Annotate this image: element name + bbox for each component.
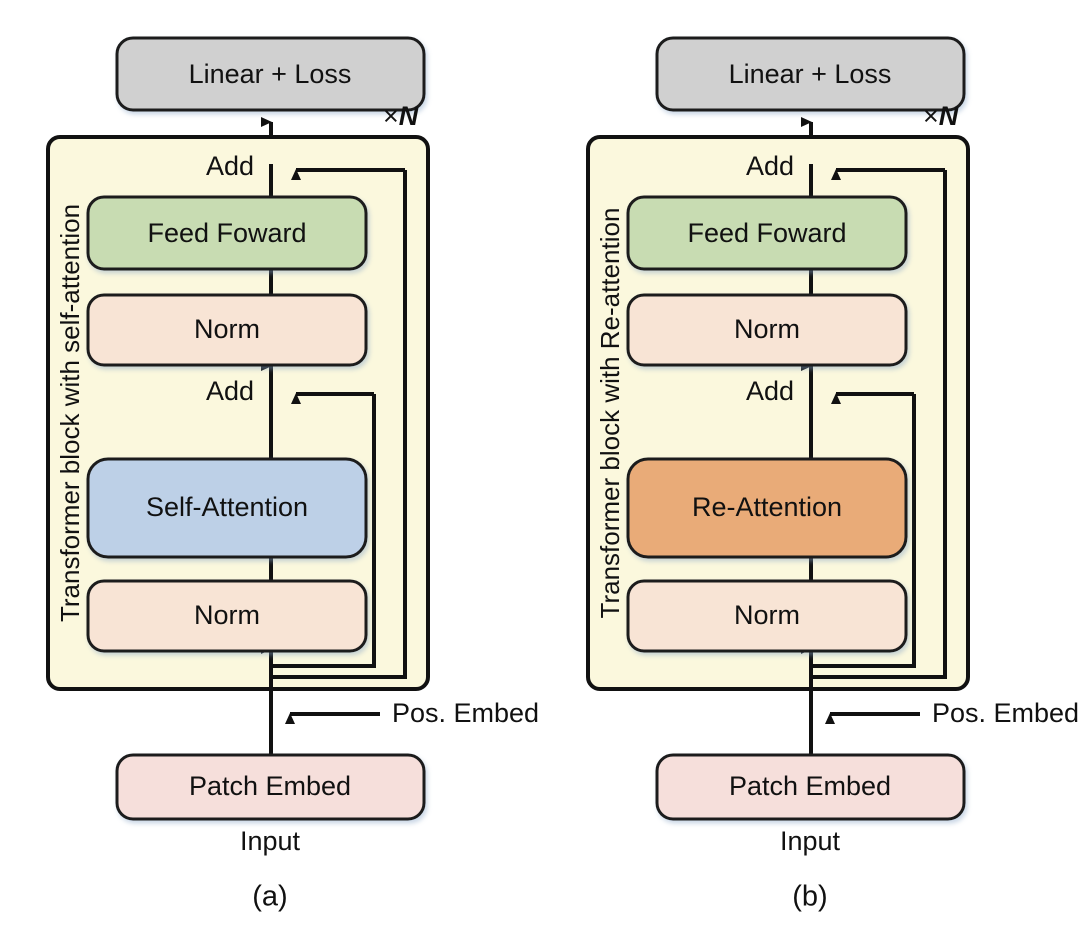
panel-a-norm-upper-label: Norm [194, 314, 260, 344]
panel-b-norm-lower-label: Norm [734, 600, 800, 630]
panel-a-feed-forward-label: Feed Foward [147, 218, 306, 248]
panel-b-norm-upper-label: Norm [734, 314, 800, 344]
panel-b-feed-forward-label: Feed Foward [687, 218, 846, 248]
panel-b: Linear + Loss ×N Transformer block with … [586, 36, 1079, 913]
panel-a: Linear + Loss ×N Transformer block with … [46, 36, 539, 913]
panel-a-feed-forward-box[interactable]: Feed Foward [86, 195, 368, 271]
panel-b-norm-lower-box[interactable]: Norm [626, 579, 908, 653]
figure-root: Linear + Loss ×N Transformer block with … [0, 0, 1080, 936]
panel-b-patch-embed-box[interactable]: Patch Embed [655, 753, 966, 821]
panel-b-input-label: Input [780, 826, 841, 856]
panel-a-linear-loss-box[interactable]: Linear + Loss [115, 36, 426, 112]
panel-a-attention-box[interactable]: Self-Attention [86, 457, 368, 559]
panel-a-pos-embed-label: Pos. Embed [392, 698, 539, 728]
panel-a-norm-upper-box[interactable]: Norm [86, 293, 368, 367]
panel-a-add-bottom-label: Add [206, 376, 254, 406]
panel-b-repeat-label: ×N [923, 101, 959, 131]
panel-a-norm-lower-box[interactable]: Norm [86, 579, 368, 653]
panel-a-patch-embed-label: Patch Embed [189, 771, 351, 801]
panel-b-block-label: Transformer block with Re-attention [595, 208, 625, 619]
panel-a-attention-label: Self-Attention [146, 492, 308, 522]
panel-a-repeat-label: ×N [383, 101, 419, 131]
panel-b-attention-label: Re-Attention [692, 492, 842, 522]
transformer-architecture-diagram: Linear + Loss ×N Transformer block with … [46, 36, 1079, 913]
panel-b-caption: (b) [792, 881, 827, 913]
panel-b-attention-box[interactable]: Re-Attention [626, 457, 908, 559]
panel-a-add-top-label: Add [206, 151, 254, 181]
panel-a-linear-loss-label: Linear + Loss [189, 59, 352, 89]
panel-a-block-label: Transformer block with self-attention [55, 204, 85, 622]
panel-b-linear-loss-box[interactable]: Linear + Loss [655, 36, 966, 112]
panel-b-add-top-label: Add [746, 151, 794, 181]
panel-b-norm-upper-box[interactable]: Norm [626, 293, 908, 367]
panel-a-input-label: Input [240, 826, 301, 856]
panel-a-norm-lower-label: Norm [194, 600, 260, 630]
panel-b-pos-embed-label: Pos. Embed [932, 698, 1079, 728]
panel-b-add-bottom-label: Add [746, 376, 794, 406]
panel-b-patch-embed-label: Patch Embed [729, 771, 891, 801]
panel-b-feed-forward-box[interactable]: Feed Foward [626, 195, 908, 271]
panel-b-linear-loss-label: Linear + Loss [729, 59, 892, 89]
panel-a-patch-embed-box[interactable]: Patch Embed [115, 753, 426, 821]
panel-a-caption: (a) [252, 881, 287, 913]
